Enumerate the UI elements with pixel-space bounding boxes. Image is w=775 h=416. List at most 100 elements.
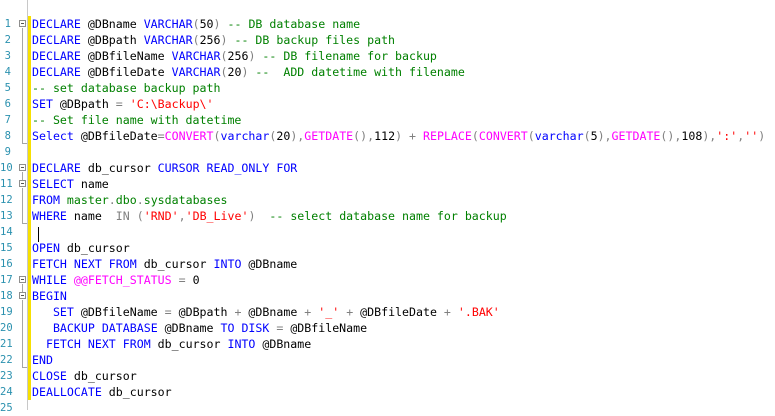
code-token: -- ADD datetime with filename	[255, 65, 465, 79]
code-token: -- DB database name	[227, 17, 361, 31]
code-token: db_cursor	[59, 241, 130, 255]
code-token: WHILE	[32, 273, 67, 287]
code-token: .	[108, 193, 116, 207]
sql-code-editor[interactable]: 1 2 3 4 5 6 7 8 9 10 11 12 13 14 15 16 17 18 19 20 21 22 23 24 2…	[0, 0, 775, 414]
code-token: @@FETCH_STATUS	[73, 273, 172, 287]
code-token: DEALLOCATE	[32, 385, 102, 399]
code-line: SELECT name	[32, 176, 765, 192]
code-token: SET	[32, 97, 53, 111]
code-token: master	[66, 193, 109, 207]
code-token: TO	[220, 321, 235, 335]
code-token: Select	[32, 129, 74, 143]
collapse-icon[interactable]	[19, 164, 26, 171]
code-line: DEALLOCATE db_cursor	[32, 384, 765, 400]
outline-guide-end	[22, 143, 27, 144]
code-token: DECLARE	[32, 17, 81, 31]
code-token: @DBfileName	[73, 305, 165, 319]
line-number: 20	[0, 322, 13, 334]
code-token: (),	[353, 129, 375, 143]
code-token: @DBname	[157, 321, 221, 335]
code-token: FETCH	[45, 337, 81, 351]
code-token: @DBfileName	[283, 321, 368, 335]
code-token: varchar	[220, 129, 270, 143]
code-token: -- Set file name with datetime	[32, 113, 242, 127]
code-token: 108	[681, 129, 703, 143]
line-number: 21	[0, 338, 13, 350]
code-token: @DBfileDate	[73, 129, 158, 143]
code-token: @DBpath	[80, 33, 144, 47]
code-token: VARCHAR	[171, 65, 221, 79]
code-token: +	[443, 305, 451, 319]
line-number: 4	[4, 66, 11, 78]
code-line: DECLARE db_cursor CURSOR READ_ONLY FOR	[32, 160, 765, 176]
code-token: DECLARE	[32, 33, 81, 47]
code-token: DISK	[241, 321, 270, 335]
code-token: ),	[290, 129, 305, 143]
text-caret	[38, 227, 39, 242]
code-token: OPEN	[32, 241, 60, 255]
code-token: -- DB backup files path	[234, 33, 396, 47]
code-token: SELECT	[32, 177, 74, 191]
collapse-icon[interactable]	[19, 180, 26, 187]
code-token: ':'	[716, 129, 738, 143]
outline-guide-end	[22, 367, 27, 368]
code-area[interactable]: DECLARE @DBname VARCHAR(50) -- DB databa…	[32, 16, 765, 400]
code-line: WHILE @@FETCH_STATUS = 0	[32, 272, 765, 288]
code-token: INTO	[227, 337, 256, 351]
code-line: FETCH NEXT FROM db_cursor INTO @DBname	[32, 256, 765, 272]
line-number: 17	[0, 274, 13, 286]
code-token: (	[192, 17, 200, 31]
code-token: @DBname	[255, 337, 312, 351]
code-token: END	[32, 353, 53, 367]
code-token: CONVERT	[478, 129, 528, 143]
code-token: ''	[744, 129, 759, 143]
code-line: DECLARE @DBname VARCHAR(50) -- DB databa…	[32, 16, 765, 32]
outline-guide	[22, 172, 23, 180]
code-line: -- Set file name with datetime	[32, 112, 765, 128]
code-line: DECLARE @DBfileName VARCHAR(256) -- DB f…	[32, 48, 765, 64]
outline-guide	[22, 284, 23, 292]
code-token: (),	[660, 129, 682, 143]
outline-guide-end	[22, 223, 27, 224]
code-token: FROM	[108, 257, 137, 271]
collapse-icon[interactable]	[19, 292, 26, 299]
code-token: (	[192, 33, 200, 47]
line-number: 14	[0, 226, 13, 238]
code-token: ),	[597, 129, 612, 143]
code-token: -- set database backup path	[32, 81, 221, 95]
code-token: DECLARE	[32, 65, 81, 79]
line-number: 11	[0, 178, 13, 190]
code-token: BEGIN	[32, 289, 67, 303]
code-token: 5	[590, 129, 598, 143]
code-token: '_'	[318, 305, 340, 319]
collapse-icon[interactable]	[19, 276, 26, 283]
code-token: FOR	[276, 161, 298, 175]
code-token: ,	[178, 209, 186, 223]
code-token: dbo	[115, 193, 137, 207]
code-token: 20	[227, 65, 242, 79]
line-number: 25	[0, 402, 13, 414]
code-token: =	[178, 273, 186, 287]
code-token: '.BAK'	[457, 305, 500, 319]
line-number: 18	[0, 290, 13, 302]
line-number: 12	[0, 194, 13, 206]
line-number: 24	[0, 386, 13, 398]
code-line: END	[32, 352, 765, 368]
collapse-icon[interactable]	[19, 20, 26, 27]
code-token: )	[395, 129, 403, 143]
code-line: WHERE name IN ('RND','DB_Live') -- selec…	[32, 208, 765, 224]
code-token: ),	[702, 129, 717, 143]
code-token: 20	[276, 129, 291, 143]
code-token: db_cursor	[101, 385, 172, 399]
code-token: REPLACE	[423, 129, 472, 143]
line-number: 10	[0, 162, 13, 174]
code-token: CONVERT	[164, 129, 214, 143]
code-token: FROM	[122, 337, 151, 351]
